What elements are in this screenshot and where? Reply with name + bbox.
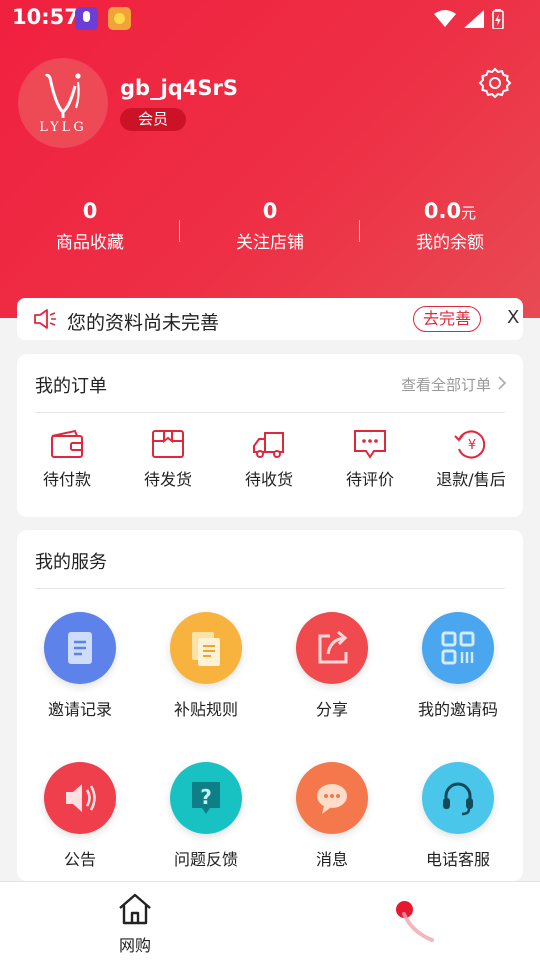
divider — [35, 588, 505, 589]
nav-home-tab[interactable]: 网购 — [108, 892, 162, 956]
stat-unit: 元 — [461, 204, 477, 222]
order-label: 待收货 — [244, 470, 293, 489]
stat-value: 0 — [82, 199, 98, 223]
order-label: 待付款 — [42, 470, 91, 489]
wifi-icon — [434, 10, 456, 27]
orders-title: 我的订单 — [35, 376, 107, 397]
service-messages[interactable]: 消息 — [269, 762, 395, 870]
order-refund-aftersale[interactable]: ¥ 退款/售后 — [421, 428, 521, 490]
service-subsidy-rules[interactable]: 补贴规则 — [143, 612, 269, 720]
sun-app-icon — [108, 7, 131, 30]
svg-text:¥: ¥ — [468, 438, 476, 453]
view-all-orders-link[interactable]: 查看全部订单 — [401, 374, 507, 395]
order-label: 退款/售后 — [436, 470, 506, 489]
chat-icon — [317, 784, 347, 814]
service-feedback[interactable]: ? 问题反馈 — [143, 762, 269, 870]
service-phone-support[interactable]: 电话客服 — [395, 762, 521, 870]
profile-header — [0, 0, 540, 318]
speaker-icon — [66, 784, 96, 812]
services-title: 我的服务 — [35, 552, 107, 573]
status-time: 10:57 — [12, 5, 79, 29]
wallet-icon — [51, 429, 83, 458]
service-label: 补贴规则 — [173, 700, 238, 719]
service-label: 消息 — [315, 850, 348, 869]
share-icon — [318, 630, 348, 664]
stat-value: 0.0 — [423, 199, 462, 223]
notes-icon — [192, 632, 220, 666]
service-share[interactable]: 分享 — [269, 612, 395, 720]
chevron-right-icon — [498, 376, 507, 390]
stat-label: 关注店铺 — [236, 233, 304, 253]
service-label: 公告 — [63, 850, 96, 869]
avatar[interactable]: LYLG — [20, 60, 106, 146]
signal-icon — [464, 10, 484, 28]
home-icon — [119, 893, 151, 925]
battery-icon — [492, 9, 504, 29]
headset-icon — [443, 782, 473, 816]
profile-incomplete-notice: 您的资料尚未完善 去完善 X — [17, 298, 523, 340]
member-badge: 会员 — [120, 108, 186, 131]
service-label: 邀请记录 — [47, 700, 112, 719]
gear-icon[interactable] — [478, 66, 512, 100]
service-label: 分享 — [315, 700, 348, 719]
username: gb_jq4SrS — [120, 76, 239, 100]
svg-text:?: ? — [200, 785, 212, 809]
refund-icon: ¥ — [454, 430, 486, 459]
service-label: 电话客服 — [425, 850, 490, 869]
comment-icon — [354, 430, 386, 459]
avatar-text: LYLG — [39, 120, 87, 135]
stat-balance[interactable]: 0.0元 我的余额 — [360, 198, 540, 253]
document-icon — [68, 632, 92, 664]
question-icon: ? — [192, 782, 220, 814]
order-pending-review[interactable]: 待评价 — [320, 428, 420, 490]
service-label: 问题反馈 — [173, 850, 238, 869]
stat-favorites[interactable]: 0 商品收藏 — [0, 198, 180, 253]
service-label: 我的邀请码 — [417, 700, 498, 719]
status-bar: 10:57 — [0, 0, 540, 38]
order-label: 待评价 — [345, 470, 394, 489]
stat-label: 我的余额 — [416, 233, 484, 253]
speaker-icon — [34, 309, 56, 329]
service-my-invite-code[interactable]: 我的邀请码 — [395, 612, 521, 720]
order-label: 待发货 — [143, 470, 192, 489]
nav-home-label: 网购 — [118, 936, 151, 955]
bottom-nav: 网购 — [0, 881, 540, 960]
order-pending-receipt[interactable]: 待收货 — [219, 428, 319, 490]
close-notice-button[interactable]: X — [507, 307, 519, 328]
box-icon — [152, 430, 184, 458]
order-pending-shipment[interactable]: 待发货 — [118, 428, 218, 490]
notice-text: 您的资料尚未完善 — [67, 312, 220, 334]
truck-icon — [253, 432, 284, 458]
stat-followed-shops[interactable]: 0 关注店铺 — [180, 198, 360, 253]
service-announcement[interactable]: 公告 — [17, 762, 143, 870]
divider — [35, 412, 505, 413]
complete-profile-button[interactable]: 去完善 — [413, 306, 481, 332]
mic-app-icon — [75, 7, 98, 30]
qrcode-icon — [441, 631, 475, 665]
stat-value: 0 — [262, 199, 278, 223]
service-invite-records[interactable]: 邀请记录 — [17, 612, 143, 720]
order-pending-payment[interactable]: 待付款 — [17, 428, 117, 490]
nav-profile-swoosh-icon — [402, 912, 434, 942]
stat-label: 商品收藏 — [56, 233, 124, 253]
